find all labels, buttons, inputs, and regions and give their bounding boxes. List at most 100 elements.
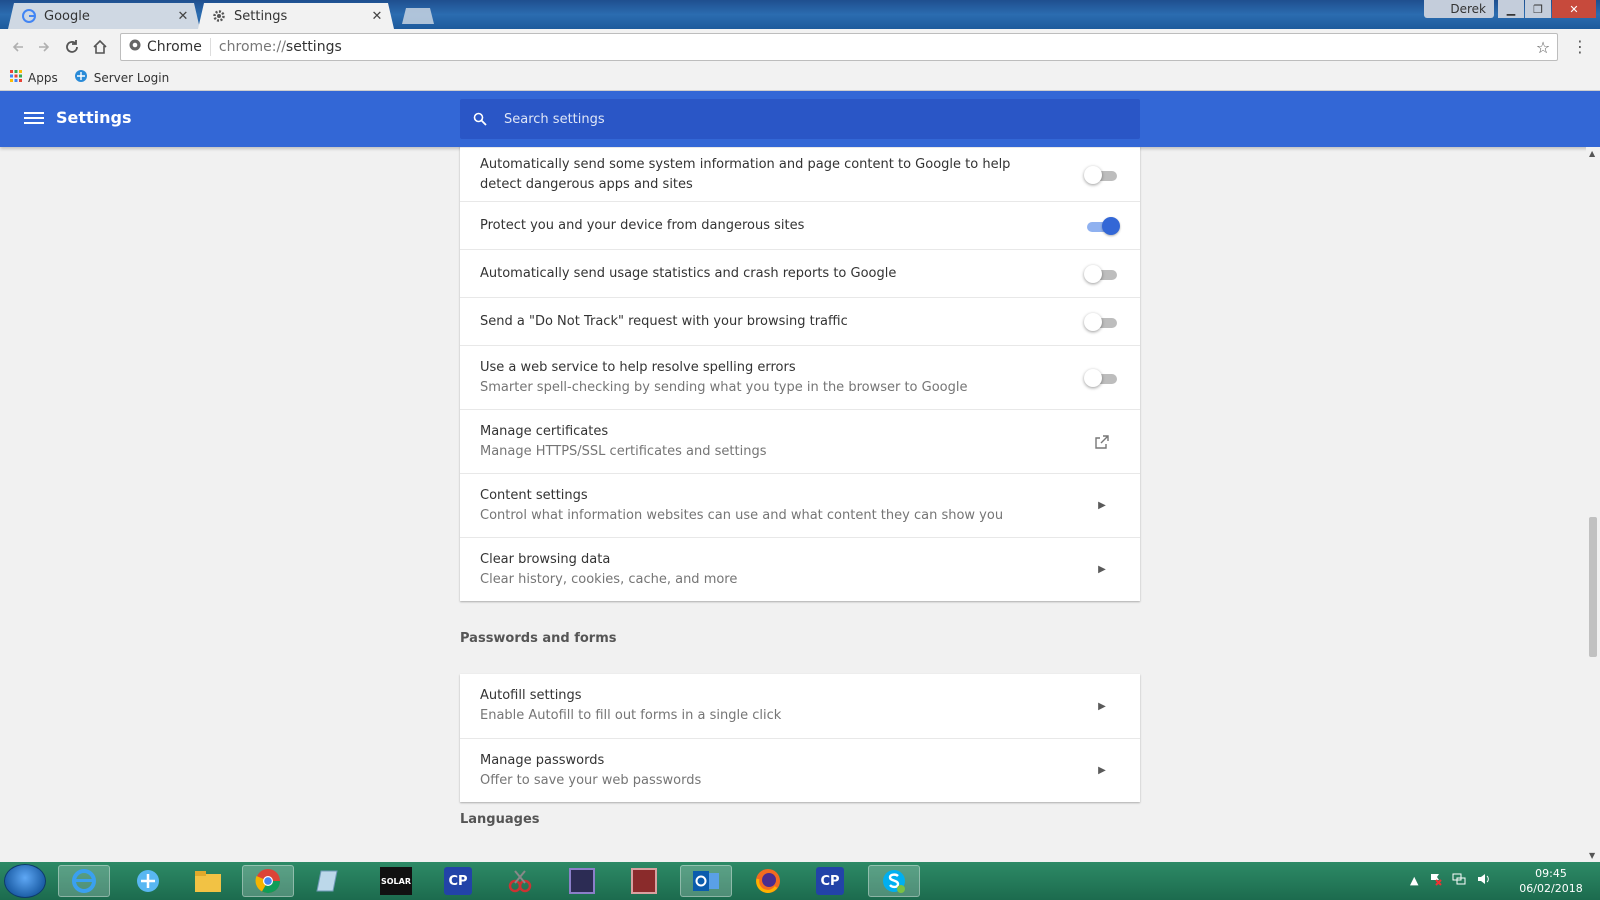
search-icon bbox=[460, 112, 500, 126]
bookmark-server-login[interactable]: Server Login bbox=[74, 69, 169, 86]
setting-row-content-settings[interactable]: Content settings Control what informatio… bbox=[460, 473, 1140, 537]
bookmark-label: Apps bbox=[28, 70, 58, 85]
setting-row-detect-dangerous[interactable]: Automatically send some system informati… bbox=[460, 147, 1140, 201]
setting-row-autofill[interactable]: Autofill settings Enable Autofill to fil… bbox=[460, 674, 1140, 738]
apps-grid-icon bbox=[10, 70, 22, 85]
network-icon[interactable] bbox=[1452, 872, 1466, 889]
setting-label: Automatically send some system informati… bbox=[480, 156, 1011, 192]
toggle-switch[interactable] bbox=[1084, 368, 1120, 388]
restore-button[interactable]: ❐ bbox=[1525, 0, 1551, 18]
hamburger-menu-icon[interactable] bbox=[24, 109, 44, 129]
page-scrollbar[interactable]: ▲ ▼ bbox=[1586, 147, 1600, 862]
network-app-icon[interactable] bbox=[122, 865, 174, 897]
new-tab-button[interactable] bbox=[402, 8, 434, 24]
chevron-right-icon[interactable]: ▶ bbox=[1084, 701, 1120, 712]
toggle-switch[interactable] bbox=[1084, 312, 1120, 332]
setting-row-spelling[interactable]: Use a web service to help resolve spelli… bbox=[460, 345, 1140, 409]
cp-app-icon[interactable]: CP bbox=[432, 865, 484, 897]
page-title: Settings bbox=[56, 108, 132, 127]
setting-row-manage-certificates[interactable]: Manage certificates Manage HTTPS/SSL cer… bbox=[460, 409, 1140, 473]
chevron-right-icon[interactable]: ▶ bbox=[1084, 564, 1120, 575]
url-scheme: chrome:// bbox=[218, 39, 286, 55]
url-path: settings bbox=[285, 39, 342, 55]
home-icon[interactable] bbox=[90, 37, 110, 57]
clock-date: 06/02/2018 bbox=[1519, 882, 1583, 895]
archive-app-icon[interactable] bbox=[618, 865, 670, 897]
setting-label: Protect you and your device from dangero… bbox=[480, 217, 805, 233]
toggle-switch[interactable] bbox=[1084, 216, 1120, 236]
chevron-right-icon[interactable]: ▶ bbox=[1084, 765, 1120, 776]
search-box[interactable] bbox=[460, 99, 1140, 139]
close-window-button[interactable]: ✕ bbox=[1552, 0, 1596, 18]
tab-title: Google bbox=[44, 8, 90, 24]
title-bar: Google ✕ Settings ✕ Derek ▁ ❐ ✕ bbox=[0, 0, 1600, 29]
passwords-card: Autofill settings Enable Autofill to fil… bbox=[460, 674, 1140, 802]
taskbar-clock[interactable]: 09:45 06/02/2018 bbox=[1506, 866, 1596, 896]
url-text[interactable]: chrome://settings bbox=[219, 39, 1529, 55]
address-bar[interactable]: Chrome chrome://settings ☆ bbox=[120, 33, 1558, 61]
scroll-up-arrow-icon[interactable]: ▲ bbox=[1589, 149, 1595, 158]
chrome-icon[interactable] bbox=[242, 865, 294, 897]
section-title-passwords: Passwords and forms bbox=[460, 631, 617, 646]
tab-settings[interactable]: Settings ✕ bbox=[198, 3, 394, 29]
firefox-icon[interactable] bbox=[742, 865, 794, 897]
internet-explorer-icon[interactable] bbox=[58, 865, 110, 897]
volume-icon[interactable] bbox=[1476, 872, 1490, 889]
file-explorer-icon[interactable] bbox=[182, 865, 234, 897]
tab-title: Settings bbox=[234, 8, 288, 24]
toggle-switch[interactable] bbox=[1084, 264, 1120, 284]
external-link-icon[interactable] bbox=[1084, 434, 1120, 450]
skype-icon[interactable] bbox=[868, 865, 920, 897]
chrome-logo-icon bbox=[129, 39, 141, 55]
setting-sublabel: Smarter spell-checking by sending what y… bbox=[480, 379, 968, 395]
windows-taskbar: SOLAR CP CP ▲ 09:45 06/02/2018 bbox=[0, 862, 1600, 900]
reload-icon[interactable] bbox=[62, 37, 82, 57]
toolbar: Chrome chrome://settings ☆ ⋮ bbox=[0, 29, 1600, 65]
scroll-down-arrow-icon[interactable]: ▼ bbox=[1589, 851, 1595, 860]
action-center-icon[interactable] bbox=[1428, 872, 1443, 889]
tab-close-icon[interactable]: ✕ bbox=[370, 9, 384, 24]
scrollbar-thumb[interactable] bbox=[1589, 517, 1597, 657]
cp-app-label: CP bbox=[444, 867, 472, 895]
settings-content: Automatically send some system informati… bbox=[0, 147, 1586, 862]
solar-app-icon[interactable]: SOLAR bbox=[370, 865, 422, 897]
setting-label: Manage passwords bbox=[480, 752, 605, 768]
setting-row-manage-passwords[interactable]: Manage passwords Offer to save your web … bbox=[460, 738, 1140, 802]
tab-google[interactable]: Google ✕ bbox=[8, 3, 200, 29]
setting-row-safe-browsing[interactable]: Protect you and your device from dangero… bbox=[460, 201, 1140, 249]
server-icon bbox=[74, 69, 88, 86]
toggle-switch[interactable] bbox=[1084, 165, 1120, 185]
bookmark-apps[interactable]: Apps bbox=[10, 70, 58, 85]
setting-row-usage-stats[interactable]: Automatically send usage statistics and … bbox=[460, 249, 1140, 297]
cp-app-icon-2[interactable]: CP bbox=[804, 865, 856, 897]
back-icon[interactable] bbox=[8, 37, 28, 57]
system-tray: ▲ bbox=[1410, 872, 1490, 889]
gear-icon bbox=[212, 9, 226, 23]
profile-name: Derek bbox=[1450, 2, 1486, 16]
setting-row-do-not-track[interactable]: Send a "Do Not Track" request with your … bbox=[460, 297, 1140, 345]
show-hidden-icons-icon[interactable]: ▲ bbox=[1410, 874, 1418, 887]
notepad-icon[interactable] bbox=[302, 865, 354, 897]
bookmark-star-icon[interactable]: ☆ bbox=[1529, 38, 1557, 57]
tab-close-icon[interactable]: ✕ bbox=[176, 9, 190, 24]
setting-label: Clear browsing data bbox=[480, 551, 611, 567]
browser-menu-icon[interactable]: ⋮ bbox=[1572, 37, 1588, 57]
setting-sublabel: Enable Autofill to fill out forms in a s… bbox=[480, 708, 782, 723]
setting-label: Content settings bbox=[480, 487, 588, 503]
setting-row-clear-browsing-data[interactable]: Clear browsing data Clear history, cooki… bbox=[460, 537, 1140, 601]
setting-label: Use a web service to help resolve spelli… bbox=[480, 359, 796, 375]
setting-label: Autofill settings bbox=[480, 688, 582, 703]
media-app-icon[interactable] bbox=[556, 865, 608, 897]
forward-icon[interactable] bbox=[34, 37, 54, 57]
setting-label: Manage certificates bbox=[480, 423, 609, 439]
search-input[interactable] bbox=[504, 111, 1104, 127]
site-chip[interactable]: Chrome bbox=[121, 38, 211, 56]
profile-button[interactable]: Derek bbox=[1424, 0, 1494, 18]
setting-sublabel: Manage HTTPS/SSL certificates and settin… bbox=[480, 443, 767, 459]
site-chip-label: Chrome bbox=[147, 39, 202, 55]
chevron-right-icon[interactable]: ▶ bbox=[1084, 500, 1120, 511]
start-button[interactable] bbox=[4, 864, 46, 898]
snipping-tool-icon[interactable] bbox=[494, 865, 546, 897]
outlook-icon[interactable] bbox=[680, 865, 732, 897]
minimize-button[interactable]: ▁ bbox=[1498, 0, 1524, 18]
